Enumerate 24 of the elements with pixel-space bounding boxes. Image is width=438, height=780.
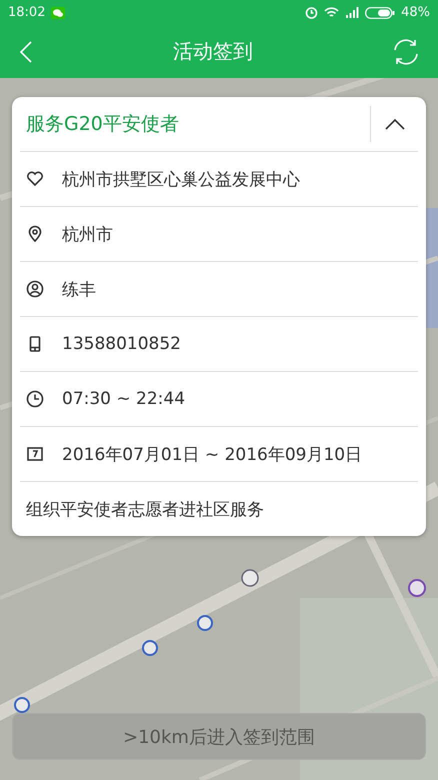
chat-icon	[51, 6, 66, 18]
detail-text: 13588010852	[62, 334, 181, 354]
heart-icon	[26, 170, 44, 188]
back-icon	[18, 40, 34, 64]
battery-icon	[365, 6, 396, 18]
pin-icon	[26, 225, 44, 243]
battery-percent: 48%	[401, 5, 430, 20]
page-title: 活动签到	[172, 38, 254, 65]
wifi-icon	[324, 6, 340, 18]
clock-icon	[26, 390, 44, 408]
detail-text: 07:30 ~ 22:44	[62, 389, 186, 409]
detail-text: 练丰	[62, 278, 96, 300]
status-time: 18:02	[8, 5, 46, 20]
detail-text: 2016年07月01日 ~ 2016年09月10日	[62, 444, 362, 466]
chevron-icon	[384, 118, 404, 130]
calendar-icon	[26, 445, 44, 463]
refresh-icon	[392, 38, 420, 66]
alarm-icon	[305, 6, 318, 19]
signal-icon	[345, 7, 360, 18]
detail-text: 杭州市	[62, 224, 113, 246]
event-title: 服务G20平安使者	[25, 112, 180, 137]
person-icon	[26, 280, 44, 298]
event-description: 组织平安使者志愿者进社区服务	[26, 498, 264, 520]
detail-text: 杭州市拱墅区心巢公益发展中心	[62, 168, 300, 190]
